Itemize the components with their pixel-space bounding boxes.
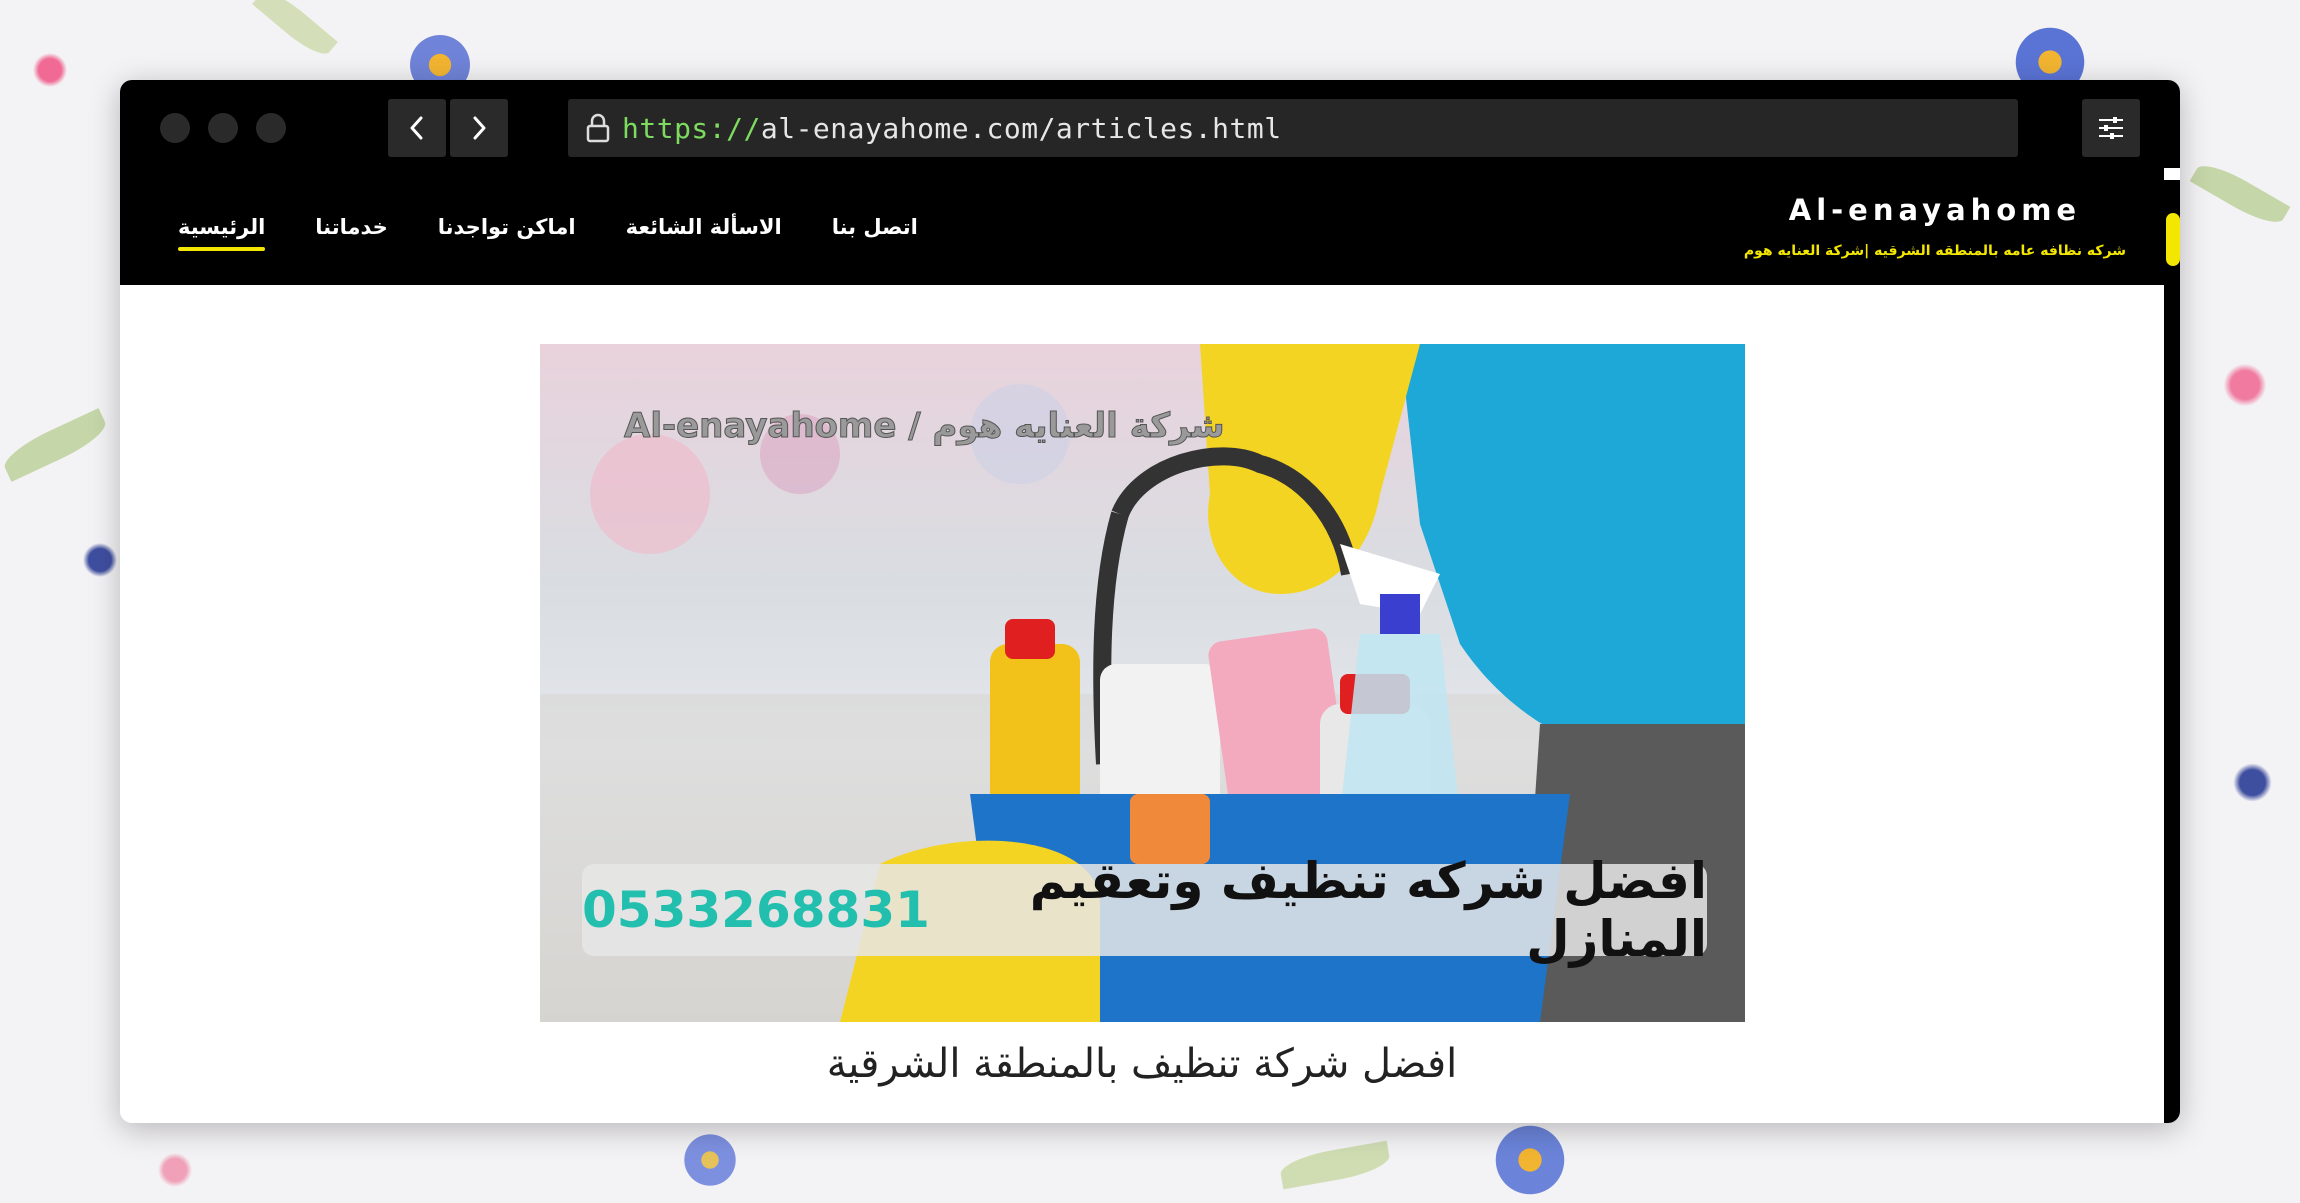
nav-locations[interactable]: اماكن تواجدنا xyxy=(438,209,576,245)
brand-title: Al-enayahome xyxy=(1788,193,2082,227)
brand-subtitle: شركه نظافه عامه بالمنطقه الشرقيه |شركة ا… xyxy=(1743,243,2126,259)
scrollbar-track[interactable] xyxy=(2164,180,2180,1123)
chevron-left-icon xyxy=(410,116,423,140)
site-header: الرئيسية خدماتنا اماكن تواجدنا الاسألة ا… xyxy=(120,168,2164,285)
nav-services[interactable]: خدماتنا xyxy=(315,209,388,245)
hero-image: Al-enayahome / شركة العنايه هوم افضل شرك… xyxy=(540,344,1745,1022)
window-maximize-dot[interactable] xyxy=(256,113,286,143)
address-bar[interactable]: https://al-enayahome.com/articles.html xyxy=(568,99,2018,157)
sliders-icon xyxy=(2099,117,2123,139)
window-minimize-dot[interactable] xyxy=(208,113,238,143)
browser-window: https://al-enayahome.com/articles.html ا… xyxy=(120,80,2180,1123)
hero-watermark: Al-enayahome / شركة العنايه هوم xyxy=(624,406,1226,447)
nav-contact[interactable]: اتصل بنا xyxy=(832,209,918,245)
chevron-right-icon xyxy=(473,116,486,140)
banner-text: افضل شركه تنظيف وتعقيم المنازل xyxy=(1029,852,1707,968)
lock-icon xyxy=(582,111,614,145)
window-close-dot[interactable] xyxy=(160,113,190,143)
banner-phone[interactable]: 0533268831 xyxy=(582,881,930,939)
nav-home[interactable]: الرئيسية xyxy=(178,209,266,251)
hero-banner: افضل شركه تنظيف وتعقيم المنازل 053326883… xyxy=(582,852,1707,968)
settings-button[interactable] xyxy=(2082,99,2140,157)
main-navigation: الرئيسية خدماتنا اماكن تواجدنا الاسألة ا… xyxy=(178,168,968,285)
nav-faq[interactable]: الاسألة الشائعة xyxy=(626,209,782,245)
url-text: https://al-enayahome.com/articles.html xyxy=(622,111,1282,145)
back-button[interactable] xyxy=(388,99,446,157)
article-title: افضل شركة تنظيف بالمنطقة الشرقية xyxy=(826,1041,1458,1087)
site-logo[interactable]: Al-enayahome شركه نظافه عامه بالمنطقه ال… xyxy=(1744,193,2126,259)
scrollbar-thumb[interactable] xyxy=(2166,213,2180,266)
page-content: Al-enayahome / شركة العنايه هوم افضل شرك… xyxy=(120,285,2164,1123)
forward-button[interactable] xyxy=(450,99,508,157)
browser-toolbar: https://al-enayahome.com/articles.html xyxy=(120,80,2180,168)
